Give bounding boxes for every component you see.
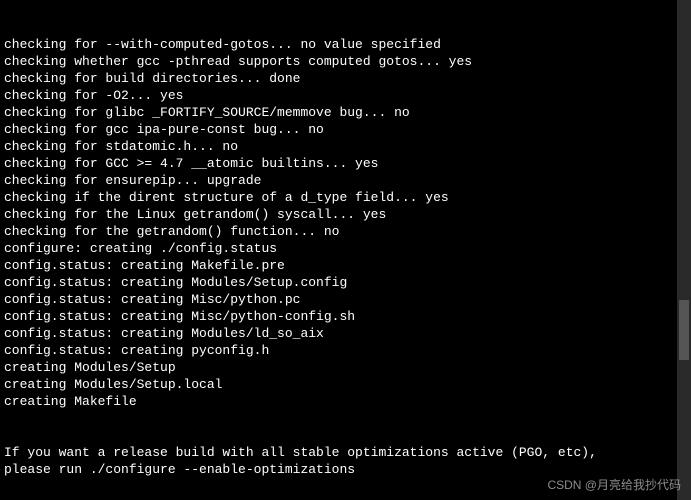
terminal-output-line: config.status: creating Modules/ld_so_ai… (4, 325, 687, 342)
terminal-output-line: checking for gcc ipa-pure-const bug... n… (4, 121, 687, 138)
terminal-output-line: checking for glibc _FORTIFY_SOURCE/memmo… (4, 104, 687, 121)
terminal-window[interactable]: checking for --with-computed-gotos... no… (0, 0, 691, 500)
terminal-output-line: creating Makefile (4, 393, 687, 410)
terminal-output-line: checking if the dirent structure of a d_… (4, 189, 687, 206)
terminal-output-line: config.status: creating pyconfig.h (4, 342, 687, 359)
terminal-output: checking for --with-computed-gotos... no… (4, 36, 687, 495)
terminal-output-line: config.status: creating Misc/python.pc (4, 291, 687, 308)
terminal-output-line: checking for the getrandom() function...… (4, 223, 687, 240)
terminal-output-line: If you want a release build with all sta… (4, 444, 687, 461)
terminal-output-line: config.status: creating Modules/Setup.co… (4, 274, 687, 291)
scrollbar-thumb[interactable] (679, 300, 689, 360)
watermark-text: CSDN @月亮给我抄代码 (547, 477, 681, 494)
terminal-output-line: checking for ensurepip... upgrade (4, 172, 687, 189)
terminal-output-line: checking whether gcc -pthread supports c… (4, 53, 687, 70)
terminal-output-line: creating Modules/Setup (4, 359, 687, 376)
terminal-output-line (4, 427, 687, 444)
terminal-output-line: config.status: creating Makefile.pre (4, 257, 687, 274)
terminal-output-line: checking for GCC >= 4.7 __atomic builtin… (4, 155, 687, 172)
terminal-output-line: checking for build directories... done (4, 70, 687, 87)
terminal-output-line: please run ./configure --enable-optimiza… (4, 461, 687, 478)
scrollbar[interactable] (677, 0, 691, 500)
terminal-output-line: checking for the Linux getrandom() sysca… (4, 206, 687, 223)
terminal-output-line: config.status: creating Misc/python-conf… (4, 308, 687, 325)
terminal-output-line: checking for stdatomic.h... no (4, 138, 687, 155)
terminal-output-line: checking for --with-computed-gotos... no… (4, 36, 687, 53)
terminal-output-line (4, 410, 687, 427)
terminal-output-line: checking for -O2... yes (4, 87, 687, 104)
terminal-output-line: creating Modules/Setup.local (4, 376, 687, 393)
terminal-output-line: configure: creating ./config.status (4, 240, 687, 257)
